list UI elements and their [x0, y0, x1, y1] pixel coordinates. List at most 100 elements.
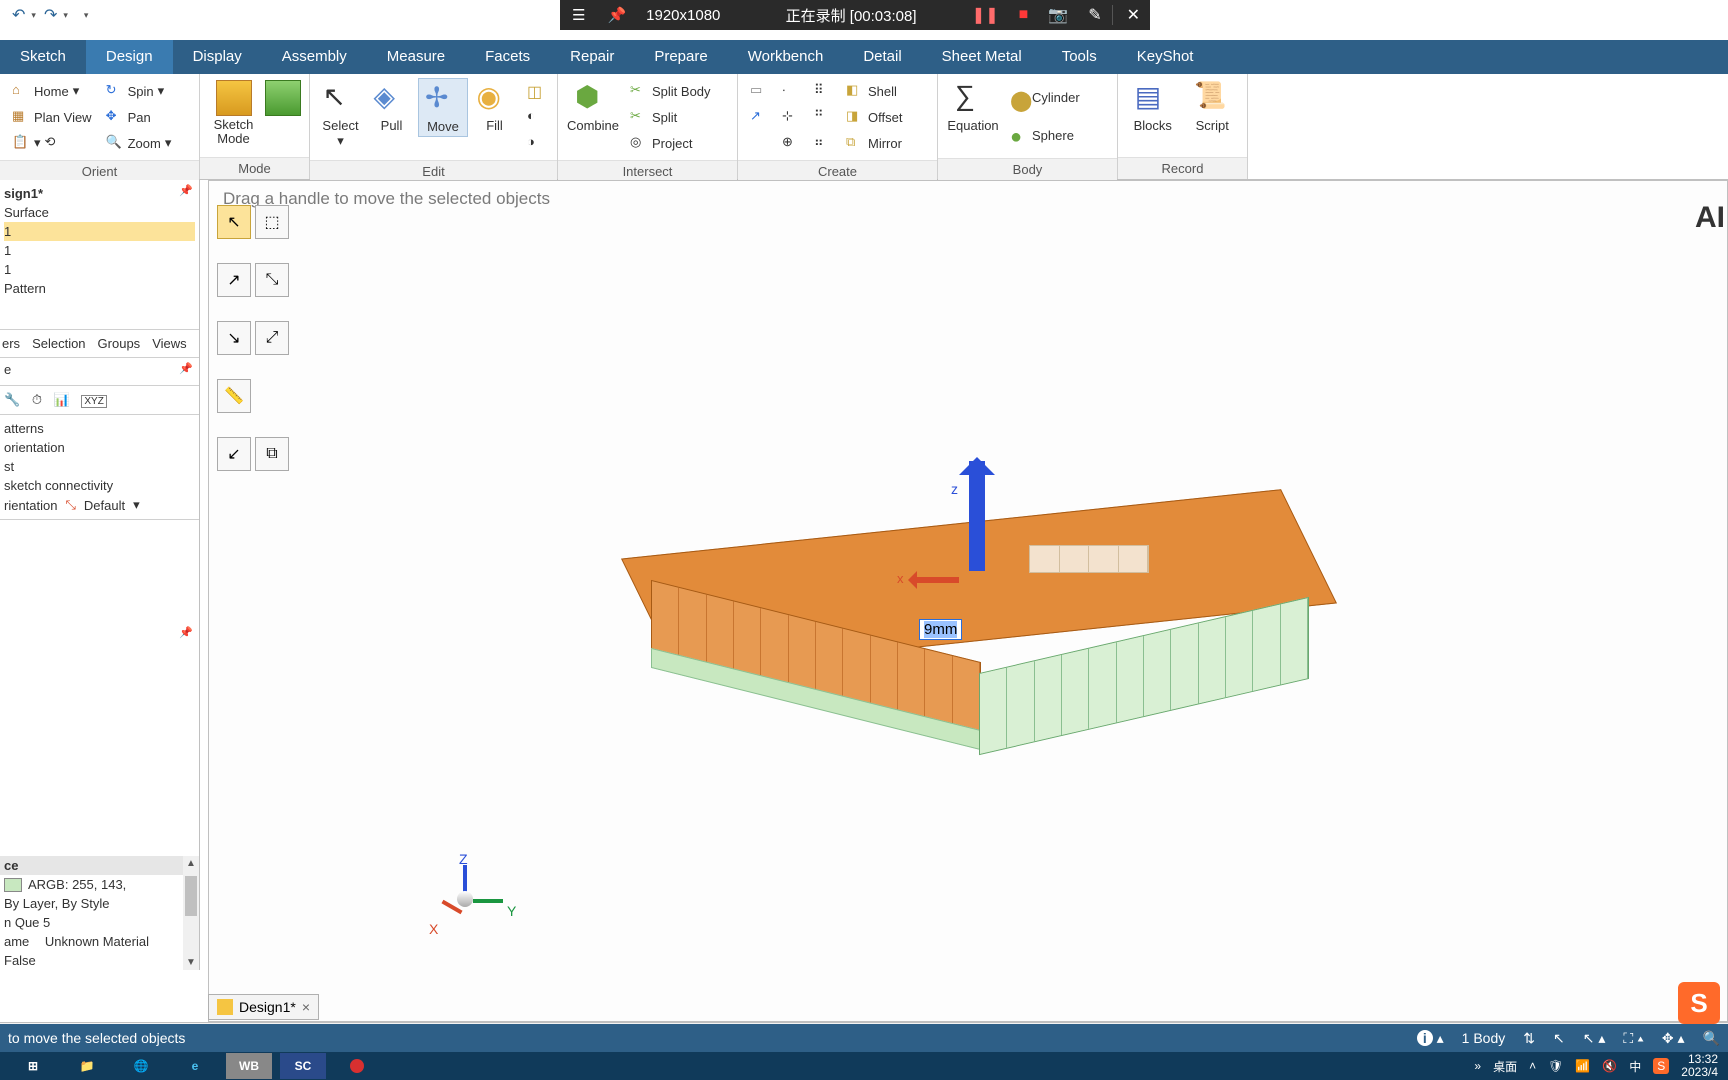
sketch-mode-button[interactable]: Sketch Mode	[206, 78, 261, 149]
taskbar-browser1[interactable]: 🌐	[118, 1053, 164, 1079]
move-handle-x[interactable]	[911, 577, 959, 583]
tree-item-selected[interactable]: 1	[4, 222, 195, 241]
edit-extra3-button[interactable]: ◑	[521, 130, 551, 156]
move-ruler-mode[interactable]: 📏	[217, 379, 251, 413]
point-button[interactable]: ∙	[776, 78, 806, 104]
opt-xyz-icon[interactable]: XYZ	[81, 395, 106, 408]
triad-origin[interactable]	[457, 891, 473, 907]
move-select-mode[interactable]: ↖	[217, 205, 251, 239]
3d-viewport[interactable]: Drag a handle to move the selected objec…	[208, 180, 1728, 1022]
recorder-pause-button[interactable]: ❚❚	[962, 5, 1009, 25]
origin-button[interactable]: ⊹	[776, 104, 806, 130]
undo-split-arrow[interactable]: ▾	[31, 10, 36, 21]
recorder-pin-button[interactable]: 📌	[597, 6, 636, 24]
split-body-button[interactable]: Split Body	[624, 78, 717, 104]
taskbar-recorder[interactable]	[334, 1053, 380, 1079]
project-button[interactable]: ◎Project	[624, 130, 717, 156]
panel-pin-icon[interactable]: 📌	[179, 626, 193, 639]
edit-extra1-button[interactable]	[521, 78, 551, 104]
move-anchor-mode[interactable]: ↗	[217, 263, 251, 297]
solid-mode-button[interactable]	[263, 78, 303, 120]
taskbar-workbench[interactable]: WB	[226, 1053, 272, 1079]
tray-shield-icon[interactable]: 🛡	[1548, 1059, 1563, 1073]
mini-tool-1[interactable]	[1030, 546, 1060, 572]
option-item[interactable]: orientation	[4, 438, 195, 457]
opt-stats-icon[interactable]: 📊	[54, 392, 70, 407]
cylinder-button[interactable]: Cylinder	[1004, 78, 1086, 116]
move-fulcrum-mode[interactable]: ⤢	[255, 321, 289, 355]
prop-color-row[interactable]: ARGB: 255, 143,	[0, 875, 199, 894]
script-button[interactable]: Script	[1184, 78, 1242, 135]
prop-false-row[interactable]: False	[0, 951, 199, 970]
tray-overflow[interactable]: »	[1474, 1059, 1481, 1073]
status-snap-icon[interactable]: ↖ ▴	[1583, 1030, 1606, 1047]
tab-groups[interactable]: Groups	[98, 336, 141, 351]
context-mini-toolbar[interactable]	[1029, 545, 1149, 573]
sphere-button[interactable]: Sphere	[1004, 116, 1086, 154]
tray-volume-icon[interactable]: 🔇	[1602, 1059, 1617, 1073]
clipboard-button[interactable]: ▾ ⟲	[6, 130, 98, 156]
recorder-screenshot-button[interactable]: 📷	[1038, 5, 1078, 25]
tray-ime-zh[interactable]: 中	[1629, 1058, 1641, 1075]
props-scrollbar[interactable]: ▲▼	[183, 856, 199, 970]
pull-tool-button[interactable]: Pull	[367, 78, 416, 135]
tab-facets[interactable]: Facets	[465, 40, 550, 74]
status-move-icon[interactable]: ✥ ▴	[1662, 1030, 1685, 1047]
option-item[interactable]: sketch connectivity	[4, 476, 195, 495]
taskbar-start[interactable]: ⊞	[10, 1053, 56, 1079]
recorder-annotate-button[interactable]: ✎	[1078, 5, 1111, 25]
status-expand-icon[interactable]: ⛶ ▴	[1623, 1030, 1644, 1047]
tab-tools[interactable]: Tools	[1042, 40, 1117, 74]
doc-close-button[interactable]: ×	[302, 999, 310, 1015]
option-item[interactable]: atterns	[4, 419, 195, 438]
tray-desktop-label[interactable]: 桌面	[1493, 1058, 1517, 1075]
tab-views[interactable]: Views	[152, 336, 186, 351]
tab-layers[interactable]: ers	[2, 336, 20, 351]
status-info-button[interactable]: i ▴	[1417, 1030, 1444, 1047]
tray-sogou-icon[interactable]: S	[1653, 1058, 1669, 1074]
pattern-linear-button[interactable]: ⠛	[808, 104, 838, 130]
tab-prepare[interactable]: Prepare	[634, 40, 727, 74]
spin-button[interactable]: Spin ▾	[100, 78, 178, 104]
tab-keyshot[interactable]: KeyShot	[1117, 40, 1214, 74]
taskbar-spaceclaim[interactable]: SC	[280, 1053, 326, 1079]
opt-tool-icon[interactable]: 🔧	[4, 392, 20, 407]
orientation-dropdown[interactable]: Default	[84, 498, 125, 513]
tree-item[interactable]: Pattern	[4, 279, 195, 298]
triad-y-axis[interactable]	[473, 899, 503, 903]
tree-item[interactable]: Surface	[4, 203, 195, 222]
document-tab[interactable]: Design1* ×	[208, 994, 319, 1020]
tab-sketch[interactable]: Sketch	[0, 40, 86, 74]
move-handle-z[interactable]	[969, 461, 985, 571]
prop-material-row[interactable]: ame Unknown Material	[0, 932, 199, 951]
tab-design[interactable]: Design	[86, 40, 173, 74]
status-cursor-icon[interactable]: ↖	[1553, 1030, 1565, 1047]
prop-queue-row[interactable]: n Que 5	[0, 913, 199, 932]
tray-wifi-icon[interactable]: 📶	[1575, 1059, 1590, 1073]
pan-button[interactable]: Pan	[100, 104, 178, 130]
taskbar-edge[interactable]: e	[172, 1053, 218, 1079]
tray-chevron-up-icon[interactable]: ˄	[1529, 1059, 1536, 1073]
mirror-button[interactable]: Mirror	[840, 130, 908, 156]
select-tool-button[interactable]: Select▾	[316, 78, 365, 151]
tray-clock[interactable]: 13:32 2023/4	[1681, 1053, 1718, 1079]
fill-tool-button[interactable]: Fill	[470, 78, 519, 135]
prop-style-row[interactable]: By Layer, By Style	[0, 894, 199, 913]
move-detach[interactable]: ⧉	[255, 437, 289, 471]
shell-button[interactable]: Shell	[840, 78, 908, 104]
tab-repair[interactable]: Repair	[550, 40, 634, 74]
scrollbar-thumb[interactable]	[185, 876, 197, 916]
equation-button[interactable]: Equation	[944, 78, 1002, 135]
tab-assembly[interactable]: Assembly	[262, 40, 367, 74]
tab-measure[interactable]: Measure	[367, 40, 465, 74]
taskbar-explorer[interactable]: 📁	[64, 1053, 110, 1079]
3d-model[interactable]: z x 9mm	[649, 421, 1349, 781]
recorder-menu-button[interactable]: ☰	[560, 6, 597, 24]
orientation-triad[interactable]: Z Y X	[429, 851, 529, 941]
dimension-input[interactable]: 9mm	[919, 619, 962, 640]
move-component-mode[interactable]: ⬚	[255, 205, 289, 239]
panel-pin-icon[interactable]: 📌	[179, 362, 193, 375]
tab-sheetmetal[interactable]: Sheet Metal	[922, 40, 1042, 74]
offset-button[interactable]: Offset	[840, 104, 908, 130]
mini-tool-3[interactable]	[1089, 546, 1119, 572]
